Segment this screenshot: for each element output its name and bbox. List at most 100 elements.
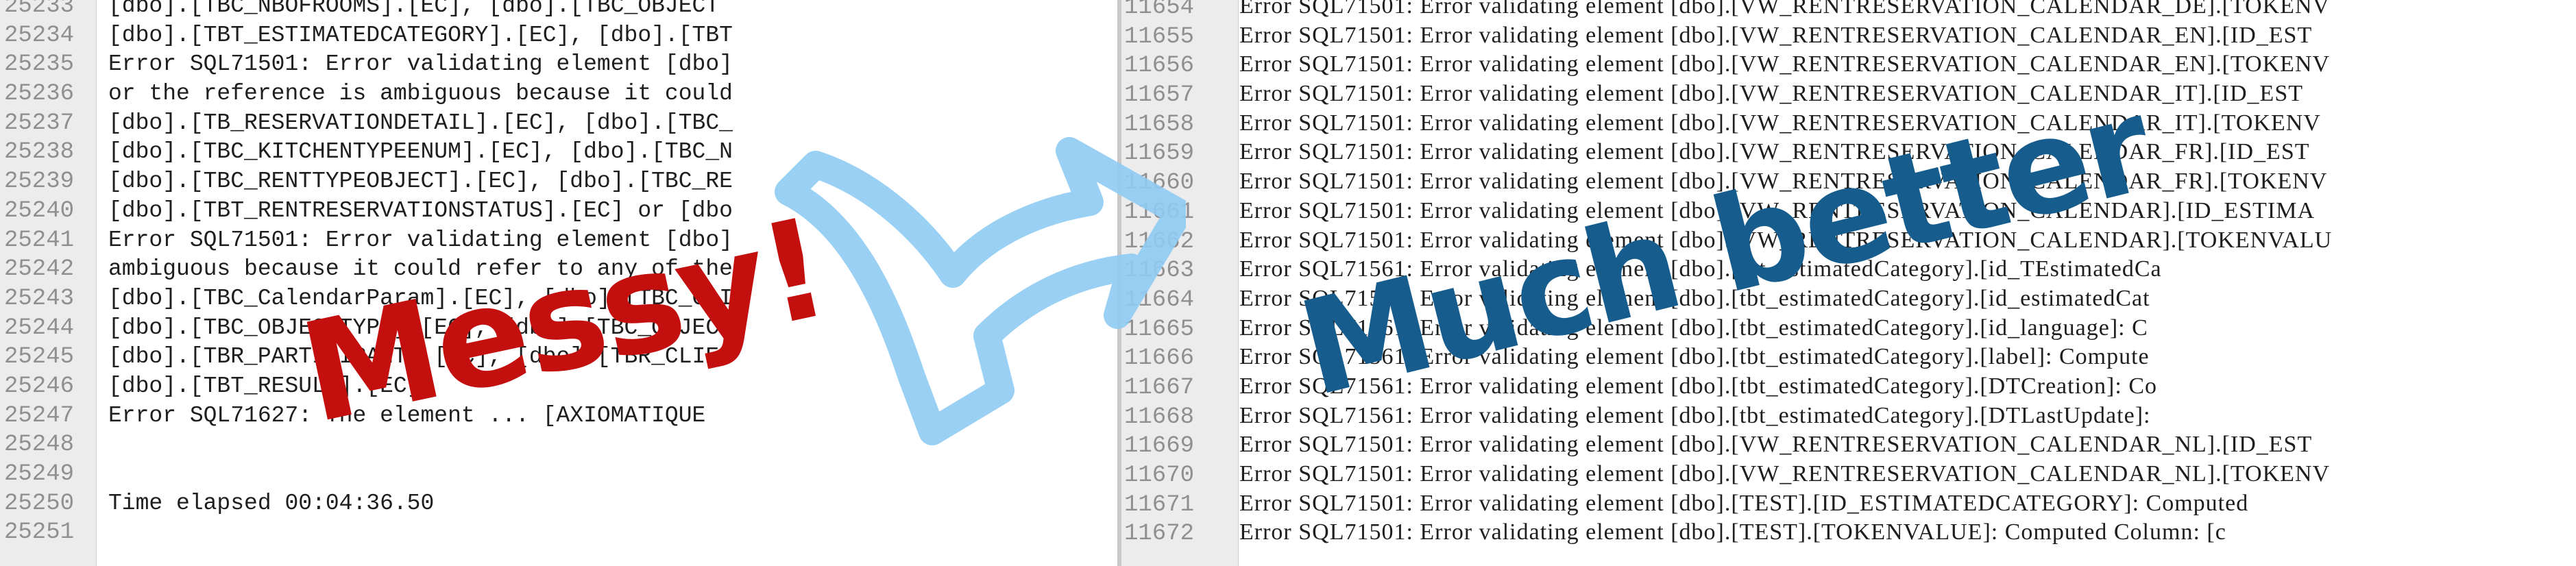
output-line: 25233 [dbo].[TBC_NBOFROOMS].[EC], [dbo].[… <box>0 0 733 21</box>
left-output-panel: 25233 [dbo].[TBC_NBOFROOMS].[EC], [dbo].[… <box>0 0 823 566</box>
line-text: [dbo].[TBC_CalendarParam].[EC], [dbo].[T… <box>108 285 733 311</box>
line-number: 25251 <box>4 519 75 546</box>
output-line: 25247 Error SQL71627: The element ... [AX… <box>0 402 733 431</box>
line-text: Error SQL71501: Error validating element… <box>1239 169 2328 195</box>
line-text: Error SQL71501: Error validating element… <box>1239 490 2249 516</box>
output-line: 11669 Error SQL71501: Error validating el… <box>1121 430 2332 460</box>
line-number: 25244 <box>4 315 75 341</box>
line-text: [dbo].[TBC_RENTTYPEOBJECT].[EC], [dbo].[… <box>108 169 733 195</box>
output-line: 25237 [dbo].[TB_RESERVATIONDETAIL].[EC], … <box>0 109 733 138</box>
line-number: 25235 <box>4 51 75 78</box>
output-line: 25250 Time elapsed 00:04:36.50 <box>0 489 733 519</box>
output-line: 11657 Error SQL71501: Error validating el… <box>1121 79 2332 109</box>
line-text: Error SQL71501: Error validating element… <box>1239 139 2310 165</box>
output-line: 25238 [dbo].[TBC_KITCHENTYPEENUM].[EC], [… <box>0 138 733 167</box>
output-line: 11668 Error SQL71561: Error validating el… <box>1121 402 2332 431</box>
line-text: Error SQL71501: Error validating element… <box>1239 461 2331 487</box>
left-output-lines: 25233 [dbo].[TBC_NBOFROOMS].[EC], [dbo].[… <box>0 0 733 547</box>
line-text: Error SQL71501: Error validating element… <box>1239 81 2304 107</box>
output-line: 11662 Error SQL71501: Error validating el… <box>1121 226 2332 256</box>
output-line: 11670 Error SQL71501: Error validating el… <box>1121 460 2332 489</box>
line-text: [dbo].[TBR_PARTICIPANT].[EC], [dbo].[TBR… <box>108 344 733 370</box>
output-line: 11659 Error SQL71501: Error validating el… <box>1121 138 2332 167</box>
output-line: 25241 Error SQL71501: Error validating el… <box>0 226 733 256</box>
line-text: or the reference is ambiguous because it… <box>108 81 733 107</box>
output-line: 11663 Error SQL71561: Error validating el… <box>1121 255 2332 284</box>
line-number: 25250 <box>4 490 75 517</box>
line-number: 25234 <box>4 22 75 49</box>
output-line: 11656 Error SQL71501: Error validating el… <box>1121 50 2332 79</box>
line-number: 25237 <box>4 110 75 136</box>
output-line: 25245 [dbo].[TBR_PARTICIPANT].[EC], [dbo]… <box>0 343 733 372</box>
line-text: [dbo].[TBC_OBJECTTYPE].[EC], [dbo].[TBC_… <box>108 315 733 341</box>
right-arrow-icon <box>775 137 1186 445</box>
line-number: 11654 <box>1124 0 1195 21</box>
line-number: 25239 <box>4 169 75 195</box>
line-text: ambiguous because it could refer to any … <box>108 256 733 282</box>
output-line: 25239 [dbo].[TBC_RENTTYPEOBJECT].[EC], [d… <box>0 167 733 197</box>
line-text: Error SQL71501: Error validating element… <box>108 51 733 77</box>
line-number: 25236 <box>4 81 75 108</box>
line-number: 25246 <box>4 373 75 399</box>
line-text: Error SQL71561: Error validating element… <box>1239 373 2157 399</box>
line-number: 25238 <box>4 139 75 166</box>
line-text: Error SQL71501: Error validating element… <box>1239 197 2316 223</box>
right-output-lines: 11654 Error SQL71501: Error validating el… <box>1121 0 2332 547</box>
output-line: 25235 Error SQL71501: Error validating el… <box>0 50 733 79</box>
output-line: 11655 Error SQL71501: Error validating el… <box>1121 21 2332 51</box>
line-number: 25240 <box>4 197 75 224</box>
line-text: [dbo].[TBC_NBOFROOMS].[EC], [dbo].[TBC_O… <box>108 0 720 19</box>
output-line: 11672 Error SQL71501: Error validating el… <box>1121 518 2332 547</box>
line-text: [dbo].[TBC_KITCHENTYPEENUM].[EC], [dbo].… <box>108 139 733 165</box>
output-line: 25242 ambiguous because it could refer to… <box>0 255 733 284</box>
output-line: 25234 [dbo].[TBT_ESTIMATEDCATEGORY].[EC],… <box>0 21 733 51</box>
line-text: [dbo].[TB_RESERVATIONDETAIL].[EC], [dbo]… <box>108 110 733 136</box>
line-text: Error SQL71501: Error validating element… <box>1239 22 2313 48</box>
line-number: 25243 <box>4 285 75 312</box>
line-text: [dbo].[TBT_ESTIMATEDCATEGORY].[EC], [dbo… <box>108 22 733 48</box>
output-line: 25244 [dbo].[TBC_OBJECTTYPE].[EC], [dbo].… <box>0 314 733 343</box>
output-line: 25251 <box>0 518 733 547</box>
line-text: Time elapsed 00:04:36.50 <box>108 490 435 516</box>
line-number: 11657 <box>1124 82 1195 109</box>
output-line: 11658 Error SQL71501: Error validating el… <box>1121 109 2332 138</box>
line-text: Error SQL71561: Error validating element… <box>1239 285 2150 311</box>
line-text: Error SQL71501: Error validating element… <box>1239 432 2313 458</box>
output-line: 25248 <box>0 430 733 460</box>
line-number: 25248 <box>4 432 75 458</box>
output-line: 25246 [dbo].[TBT_RESULT].[EC]. <box>0 372 733 402</box>
line-text: Error SQL71501: Error validating element… <box>1239 51 2331 77</box>
line-text: Error SQL71561: Error validating element… <box>1239 344 2150 370</box>
output-line: 11654 Error SQL71501: Error validating el… <box>1121 0 2332 21</box>
line-text: Error SQL71627: The element ... [AXIOMAT… <box>108 402 706 428</box>
line-number: 25233 <box>4 0 75 19</box>
output-line: 11667 Error SQL71561: Error validating el… <box>1121 372 2332 402</box>
line-number: 11671 <box>1124 491 1195 518</box>
output-line: 11665 Error SQL71561: Error validating el… <box>1121 314 2332 343</box>
line-number: 11655 <box>1124 23 1195 50</box>
output-line: 25249 <box>0 460 733 489</box>
line-number: 11672 <box>1124 521 1195 547</box>
line-text: Error SQL71501: Error validating element… <box>108 227 733 253</box>
output-line: 11666 Error SQL71561: Error validating el… <box>1121 343 2332 372</box>
line-number: 25247 <box>4 402 75 429</box>
output-line: 25243 [dbo].[TBC_CalendarParam].[EC], [db… <box>0 284 733 314</box>
line-text: Error SQL71501: Error validating element… <box>1239 110 2321 136</box>
line-text: Error SQL71561: Error validating element… <box>1239 315 2148 341</box>
line-text: Error SQL71501: Error validating element… <box>1239 0 2331 19</box>
output-line: 11671 Error SQL71501: Error validating el… <box>1121 489 2332 519</box>
line-text: Error SQL71501: Error validating element… <box>1239 227 2333 253</box>
line-number: 11656 <box>1124 53 1195 79</box>
line-number: 25245 <box>4 344 75 371</box>
right-output-panel: 11654 Error SQL71501: Error validating el… <box>1117 0 2576 566</box>
line-text: [dbo].[TBT_RESULT].[EC]. <box>108 373 435 399</box>
output-line: 11664 Error SQL71561: Error validating el… <box>1121 284 2332 314</box>
output-line: 25240 [dbo].[TBT_RENTRESERVATIONSTATUS].[… <box>0 197 733 226</box>
line-number: 25249 <box>4 461 75 487</box>
line-number: 25241 <box>4 227 75 254</box>
line-text: Error SQL71561: Error validating element… <box>1239 256 2162 282</box>
line-text: Error SQL71501: Error validating element… <box>1239 519 2226 545</box>
output-line: 25236 or the reference is ambiguous becau… <box>0 79 733 109</box>
output-line: 11661 Error SQL71501: Error validating el… <box>1121 197 2332 226</box>
line-text: Error SQL71561: Error validating element… <box>1239 402 2151 428</box>
